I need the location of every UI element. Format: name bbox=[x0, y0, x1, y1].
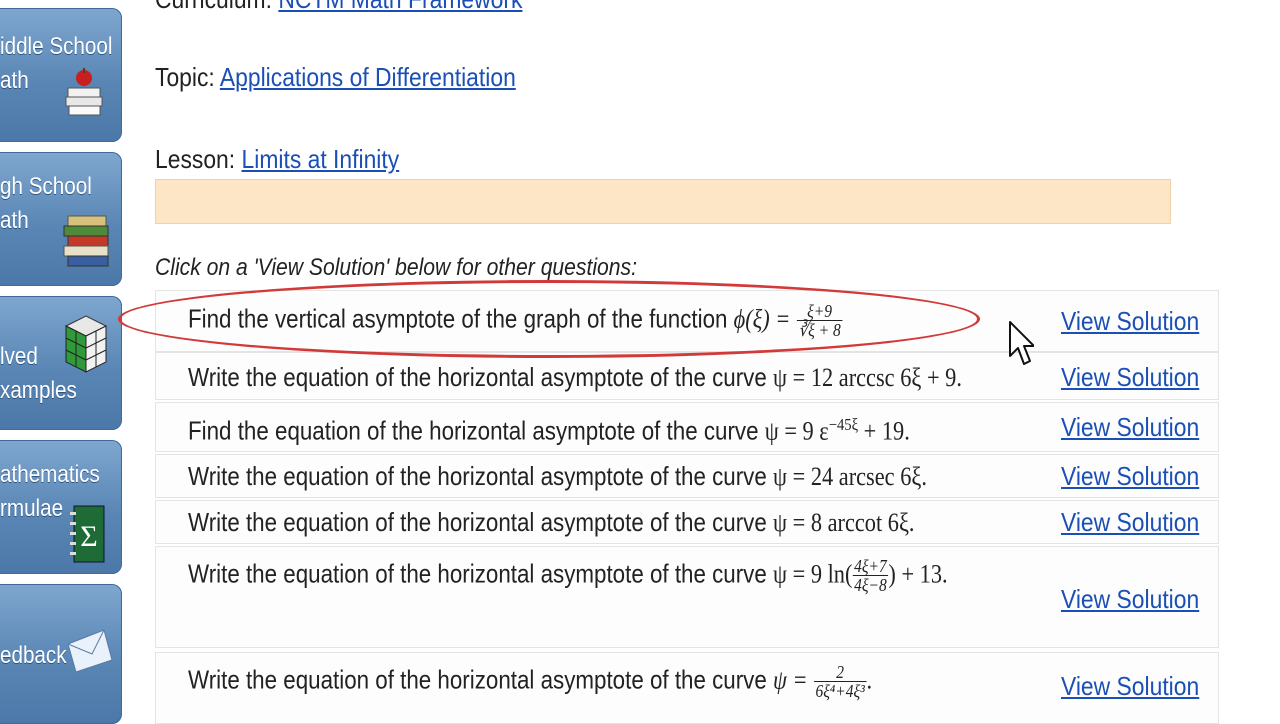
envelope-icon bbox=[66, 624, 114, 679]
question-row: Write the equation of the horizontal asy… bbox=[155, 454, 1219, 498]
topic-label: Topic: bbox=[155, 62, 215, 92]
svg-text:Σ: Σ bbox=[80, 520, 97, 553]
topic-line: Topic: Applications of Differentiation bbox=[155, 62, 516, 93]
mouse-cursor-icon bbox=[1008, 320, 1035, 373]
sidebar-item-label: gh School bbox=[0, 173, 92, 200]
view-solution-link[interactable]: View Solution bbox=[1061, 306, 1199, 337]
question-text: Find the equation of the horizontal asym… bbox=[188, 415, 910, 446]
sidebar-item-mathematics-formulae[interactable]: athematics rmulae Σ bbox=[0, 440, 122, 574]
question-text: Write the equation of the horizontal asy… bbox=[188, 507, 915, 537]
sidebar: iddle School ath gh School ath lved xamp… bbox=[0, 0, 130, 724]
book-stack-icon bbox=[62, 212, 112, 279]
fraction: 2 6ξ⁴+4ξ³ bbox=[813, 662, 867, 701]
view-solution-link[interactable]: View Solution bbox=[1061, 461, 1199, 492]
sidebar-item-middle-school-math[interactable]: iddle School ath bbox=[0, 8, 122, 142]
question-text: Write the equation of the horizontal asy… bbox=[188, 556, 948, 595]
view-solution-link[interactable]: View Solution bbox=[1061, 671, 1199, 702]
view-solution-link[interactable]: View Solution bbox=[1061, 507, 1199, 538]
question-row: Write the equation of the horizontal asy… bbox=[155, 546, 1219, 648]
view-solution-link[interactable]: View Solution bbox=[1061, 584, 1199, 615]
sidebar-item-label: ath bbox=[0, 67, 29, 94]
topic-link[interactable]: Applications of Differentiation bbox=[220, 62, 516, 92]
sidebar-item-label: lved bbox=[0, 343, 38, 370]
question-text: Find the vertical asymptote of the graph… bbox=[188, 301, 843, 340]
sidebar-item-label: athematics bbox=[0, 461, 100, 488]
sidebar-item-solved-examples[interactable]: lved xamples bbox=[0, 296, 122, 430]
view-solution-link[interactable]: View Solution bbox=[1061, 412, 1199, 443]
sidebar-item-high-school-math[interactable]: gh School ath bbox=[0, 152, 122, 286]
puzzle-cube-icon bbox=[62, 312, 108, 381]
books-apple-icon bbox=[64, 66, 104, 131]
lesson-banner bbox=[155, 179, 1171, 224]
sidebar-item-label: rmulae bbox=[0, 495, 64, 522]
sigma-notebook-icon: Σ bbox=[68, 504, 106, 569]
lesson-line: Lesson: Limits at Infinity bbox=[155, 144, 399, 175]
question-row: Write the equation of the horizontal asy… bbox=[155, 500, 1219, 544]
fraction: 4ξ+7 4ξ−8 bbox=[852, 556, 889, 595]
fraction: ξ+9 ∛ξ + 8 bbox=[796, 301, 843, 340]
question-text: Write the equation of the horizontal asy… bbox=[188, 461, 927, 491]
sidebar-item-label: ath bbox=[0, 207, 29, 234]
lesson-link[interactable]: Limits at Infinity bbox=[242, 144, 400, 174]
view-solution-link[interactable]: View Solution bbox=[1061, 362, 1199, 393]
sidebar-item-label: edback bbox=[0, 642, 67, 669]
question-text: Write the equation of the horizontal asy… bbox=[188, 662, 873, 701]
question-text: Write the equation of the horizontal asy… bbox=[188, 362, 962, 392]
curriculum-link[interactable]: NCTM Math Framework bbox=[278, 0, 522, 14]
question-row: Find the vertical asymptote of the graph… bbox=[155, 290, 1219, 352]
curriculum-line: Curriculum: NCTM Math Framework bbox=[155, 0, 522, 15]
question-row: Find the equation of the horizontal asym… bbox=[155, 402, 1219, 452]
curriculum-label: Curriculum: bbox=[155, 0, 272, 14]
sidebar-item-feedback[interactable]: edback bbox=[0, 584, 122, 724]
instruction-text: Click on a 'View Solution' below for oth… bbox=[155, 254, 637, 281]
lesson-label: Lesson: bbox=[155, 144, 236, 174]
question-row: Write the equation of the horizontal asy… bbox=[155, 652, 1219, 724]
sidebar-item-label: iddle School bbox=[0, 33, 113, 60]
question-row: Write the equation of the horizontal asy… bbox=[155, 352, 1219, 400]
